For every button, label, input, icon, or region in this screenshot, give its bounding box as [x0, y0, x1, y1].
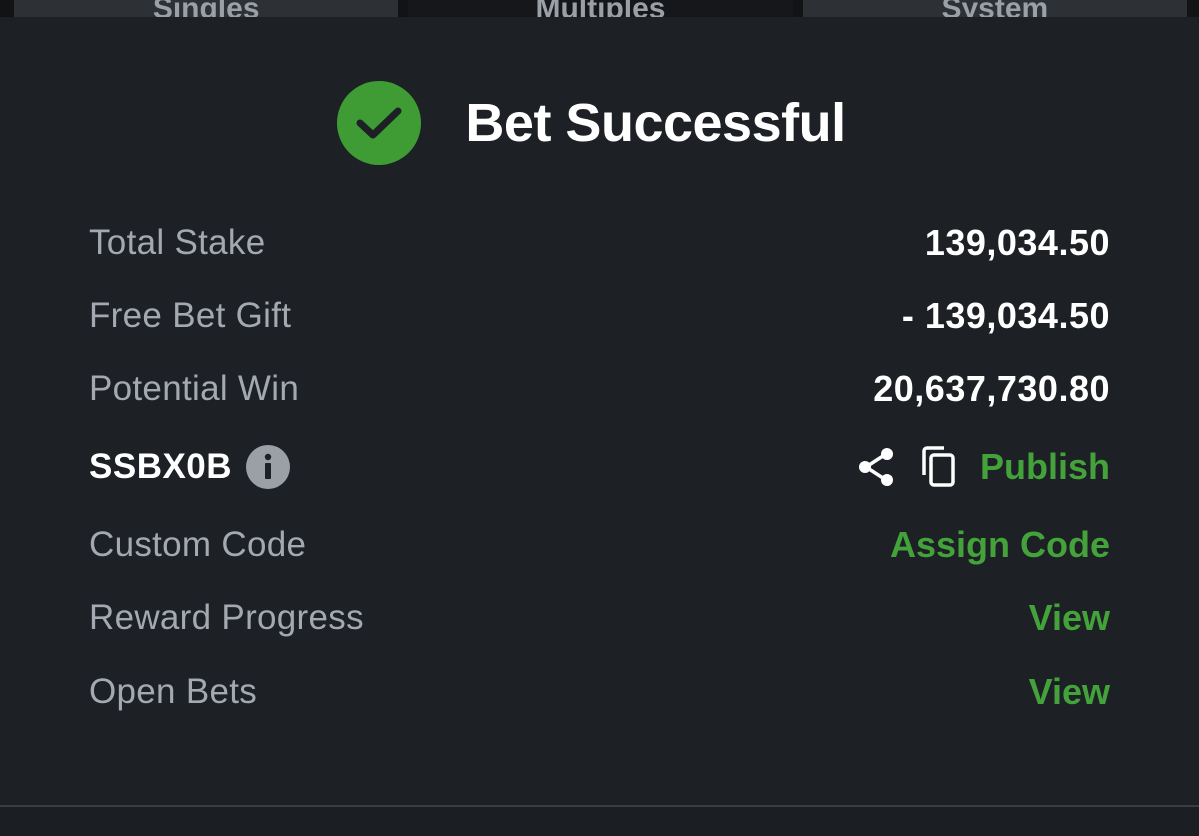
reward-progress-label: Reward Progress — [89, 598, 364, 637]
total-stake-value: 139,034.50 — [924, 222, 1110, 263]
booking-code-group: SSBX0B — [89, 445, 291, 489]
reward-progress-row: Reward Progress View — [89, 593, 1110, 643]
total-stake-row: Total Stake 139,034.50 — [89, 218, 1110, 268]
booking-code-row: SSBX0B Publish — [89, 442, 1110, 492]
tab-system-label: System — [941, 0, 1049, 17]
below-section — [0, 807, 1199, 836]
share-icon[interactable] — [856, 446, 896, 488]
total-stake-label: Total Stake — [89, 223, 266, 262]
open-bets-label: Open Bets — [89, 672, 258, 711]
page-title: Bet Successful — [465, 93, 846, 153]
tab-system[interactable]: System — [802, 0, 1187, 17]
tab-multiples[interactable]: Multiples — [408, 0, 793, 17]
reward-progress-view-button[interactable]: View — [1029, 597, 1110, 639]
potential-win-row: Potential Win 20,637,730.80 — [89, 364, 1110, 414]
potential-win-label: Potential Win — [89, 369, 300, 408]
copy-icon[interactable] — [918, 445, 958, 489]
assign-code-button[interactable]: Assign Code — [890, 524, 1110, 566]
custom-code-label: Custom Code — [89, 525, 307, 564]
custom-code-row: Custom Code Assign Code — [89, 520, 1110, 570]
tab-singles[interactable]: Singles — [14, 0, 399, 17]
publish-button[interactable]: Publish — [980, 446, 1110, 488]
open-bets-row: Open Bets View — [89, 667, 1110, 717]
booking-actions: Publish — [856, 445, 1110, 489]
success-header: Bet Successful — [0, 81, 1199, 165]
tab-multiples-label: Multiples — [535, 0, 666, 17]
info-icon[interactable] — [246, 445, 291, 489]
bet-type-tabs: Singles Multiples System — [0, 0, 1199, 17]
free-bet-label: Free Bet Gift — [89, 296, 292, 335]
tab-singles-label: Singles — [152, 0, 260, 17]
potential-win-value: 20,637,730.80 — [873, 368, 1110, 409]
check-circle-icon — [337, 81, 422, 165]
free-bet-row: Free Bet Gift - 139,034.50 — [89, 291, 1110, 341]
open-bets-view-button[interactable]: View — [1029, 671, 1110, 713]
free-bet-value: - 139,034.50 — [901, 295, 1110, 336]
bet-success-card: Bet Successful Total Stake 139,034.50 Fr… — [0, 17, 1199, 805]
booking-code: SSBX0B — [89, 447, 233, 486]
